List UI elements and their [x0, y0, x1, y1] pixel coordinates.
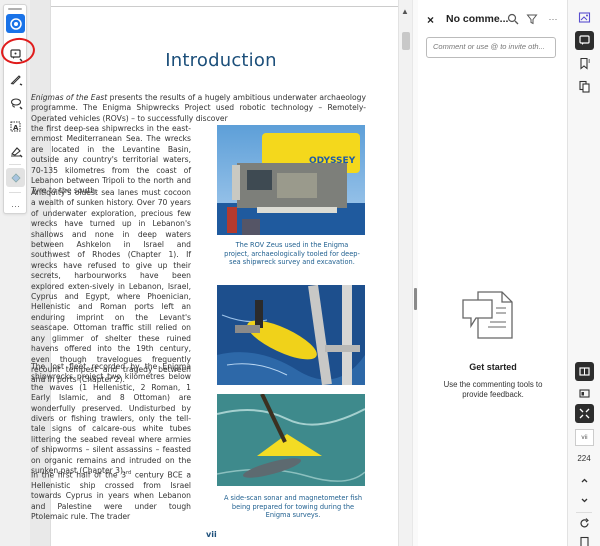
- scroll-up-icon[interactable]: ▲: [401, 7, 409, 16]
- paragraph-intro-top: Enigmas of the East presents the results…: [31, 93, 366, 124]
- book-title-italic: Enigmas of the East: [31, 93, 108, 102]
- rov-caption: The ROV Zeus used in the Enigma project,…: [224, 241, 360, 267]
- paragraph-4: In the first half of the 3rd century BCE…: [31, 468, 191, 523]
- next-page-button[interactable]: [575, 491, 594, 510]
- pen-signature-icon: [10, 146, 23, 158]
- refresh-button[interactable]: [575, 514, 594, 533]
- svg-text:A: A: [13, 124, 19, 132]
- page-title: Introduction: [165, 50, 277, 71]
- save-page-button[interactable]: [575, 533, 594, 546]
- fill-tool-button[interactable]: [6, 168, 25, 187]
- pencil-icon: [10, 74, 22, 86]
- select-tool-button[interactable]: [6, 14, 25, 33]
- fit-page-icon: [579, 408, 590, 419]
- lasso-icon: [10, 97, 23, 110]
- fit-page-button[interactable]: [575, 404, 594, 423]
- more-tools-button[interactable]: ···: [6, 196, 25, 215]
- book-view-icon: [579, 367, 590, 376]
- pdf-page: Introduction Enigmas of the East present…: [31, 0, 399, 546]
- page-divider: [51, 6, 399, 7]
- copy-pages-icon: [579, 80, 590, 93]
- paragraph-1b: the first deep-sea shipwrecks in the eas…: [31, 124, 191, 196]
- empty-state-title: Get started: [469, 362, 517, 372]
- empty-state-text: Use the commenting tools to provide feed…: [443, 380, 543, 399]
- previous-page-button[interactable]: [575, 471, 594, 490]
- toolbar-grip[interactable]: [8, 8, 22, 10]
- bookmark-icon: [580, 57, 590, 70]
- close-panel-button[interactable]: ×: [427, 13, 434, 27]
- comments-empty-illustration-icon: [462, 291, 513, 339]
- edit-image-icon: [578, 12, 591, 23]
- more-options-button[interactable]: ···: [546, 12, 560, 26]
- rov-zeus-photo: ODYSSEY: [217, 125, 365, 235]
- toolbar-separator: [9, 164, 21, 165]
- document-icon: [580, 536, 589, 546]
- page-thumbnails-button[interactable]: [575, 77, 594, 96]
- refresh-icon: [580, 518, 589, 528]
- filter-comments-button[interactable]: [525, 12, 539, 26]
- magnetometer-image: [217, 394, 365, 486]
- splitter-handle[interactable]: [414, 288, 417, 310]
- right-rail: vii 224: [568, 0, 600, 546]
- rov-image: ODYSSEY: [217, 125, 365, 235]
- comments-panel-title: No comme...: [446, 13, 509, 25]
- ellipsis-icon: ···: [548, 14, 558, 24]
- text-tool-button[interactable]: A: [6, 117, 25, 136]
- text-box-icon: A: [10, 121, 20, 132]
- current-page-input[interactable]: vii: [575, 429, 594, 446]
- fill-bucket-icon: [10, 172, 21, 183]
- toolbar-separator: [9, 192, 21, 193]
- two-page-icon: [579, 389, 590, 398]
- filter-icon: [526, 14, 538, 25]
- page-number: vii: [206, 530, 217, 539]
- search-icon: [507, 13, 519, 25]
- comments-panel: × No comme... ··· Comment or use @ to in…: [418, 0, 568, 546]
- document-area: Introduction Enigmas of the East present…: [30, 0, 399, 546]
- pdf-viewer: Introduction Enigmas of the East present…: [0, 0, 600, 546]
- bookmarks-button[interactable]: [575, 54, 594, 73]
- paragraph-2: Antiquity's oldest sea lanes must cocoon…: [31, 188, 191, 385]
- page-view-button[interactable]: [575, 362, 594, 381]
- chevron-up-icon: [581, 478, 588, 483]
- lasso-tool-button[interactable]: [6, 93, 25, 112]
- scrollbar-thumb[interactable]: [402, 32, 410, 50]
- paragraph-4a: In the first half of the 3: [31, 470, 127, 480]
- search-comments-button[interactable]: [506, 12, 520, 26]
- comments-button[interactable]: [575, 31, 594, 50]
- chevron-down-icon: [581, 498, 588, 503]
- sign-tool-button[interactable]: [6, 141, 25, 160]
- comment-icon: [579, 35, 590, 45]
- edit-pdf-button[interactable]: [575, 8, 594, 27]
- sonar-fish-photo: [217, 285, 365, 385]
- magnetometer-photo: [217, 394, 365, 486]
- hand-pointer-icon: [9, 17, 22, 30]
- sonar-fish-image: [217, 285, 365, 385]
- paragraph-3: The lost fleet recorded by the Enigma sh…: [31, 362, 191, 476]
- total-pages: 224: [577, 454, 591, 463]
- magnetometer-caption: A side-scan sonar and magnetometer fish …: [223, 494, 363, 520]
- rail-separator: [576, 512, 592, 513]
- quick-tools-toolbar: A ···: [3, 4, 27, 214]
- draw-tool-button[interactable]: [6, 69, 25, 88]
- comment-input[interactable]: Comment or use @ to invite oth...: [426, 37, 556, 58]
- document-scrollbar[interactable]: ▲: [398, 0, 412, 546]
- reading-mode-button[interactable]: [575, 384, 594, 403]
